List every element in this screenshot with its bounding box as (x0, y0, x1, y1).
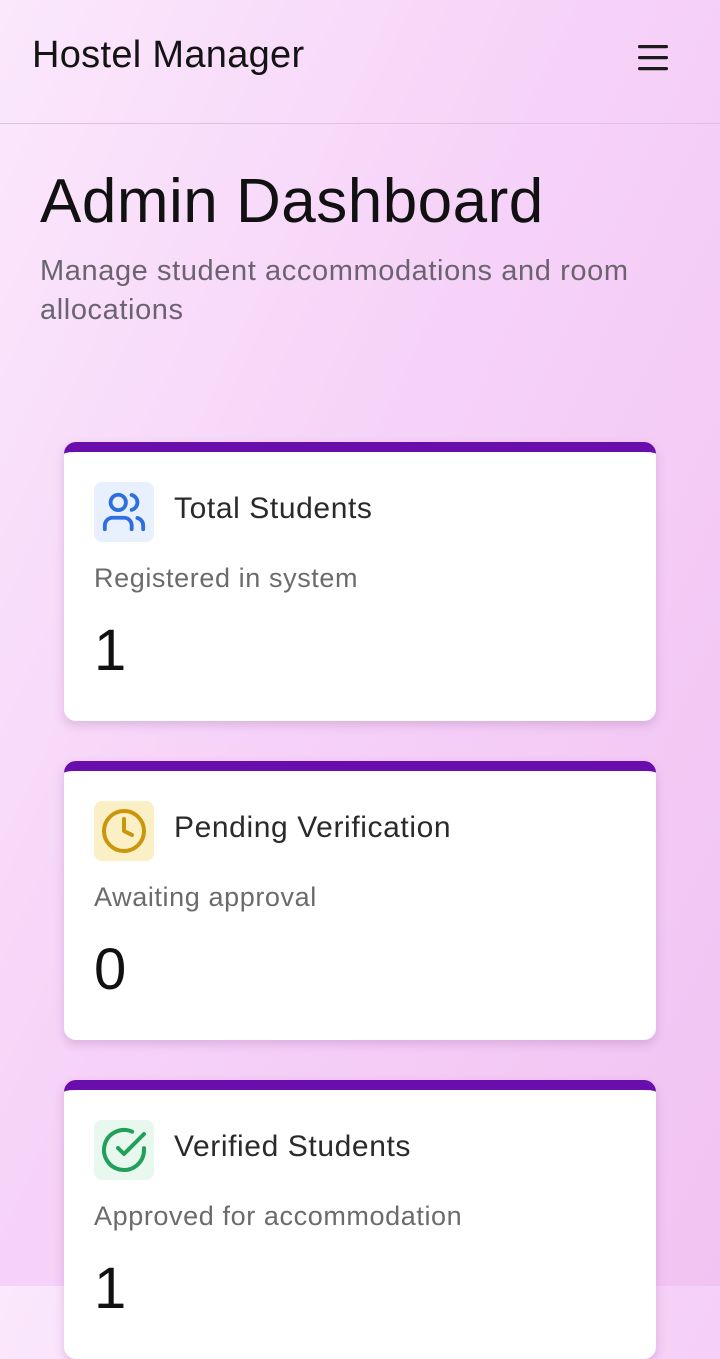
page-subtitle: Manage student accommodations and room a… (40, 255, 629, 326)
stat-card-pending-verification[interactable]: Pending Verification Awaiting approval 0 (64, 761, 656, 1040)
page-title: Admin Dashboard (40, 167, 544, 236)
clock-icon (102, 809, 146, 853)
check-circle-icon-box (94, 1120, 154, 1180)
clock-icon-box (94, 801, 154, 861)
card-title: Verified Students (174, 1130, 412, 1163)
check-circle-icon (102, 1128, 146, 1172)
card-value: 0 (94, 937, 127, 1002)
card-value: 1 (94, 618, 127, 683)
card-description: Awaiting approval (94, 882, 317, 912)
card-title: Pending Verification (174, 811, 452, 844)
card-description: Registered in system (94, 563, 359, 593)
stat-card-verified-students[interactable]: Verified Students Approved for accommoda… (64, 1080, 656, 1359)
app-title: Hostel Manager (32, 34, 305, 76)
users-icon-box (94, 482, 154, 542)
stat-card-total-students[interactable]: Total Students Registered in system 1 (64, 442, 656, 721)
card-description: Approved for accommodation (94, 1201, 463, 1231)
menu-button[interactable] (626, 36, 680, 80)
top-app-bar: Hostel Manager (0, 0, 720, 124)
users-icon (102, 492, 146, 532)
card-title: Total Students (174, 492, 373, 525)
card-value: 1 (94, 1256, 127, 1321)
hamburger-menu-icon (638, 45, 668, 71)
